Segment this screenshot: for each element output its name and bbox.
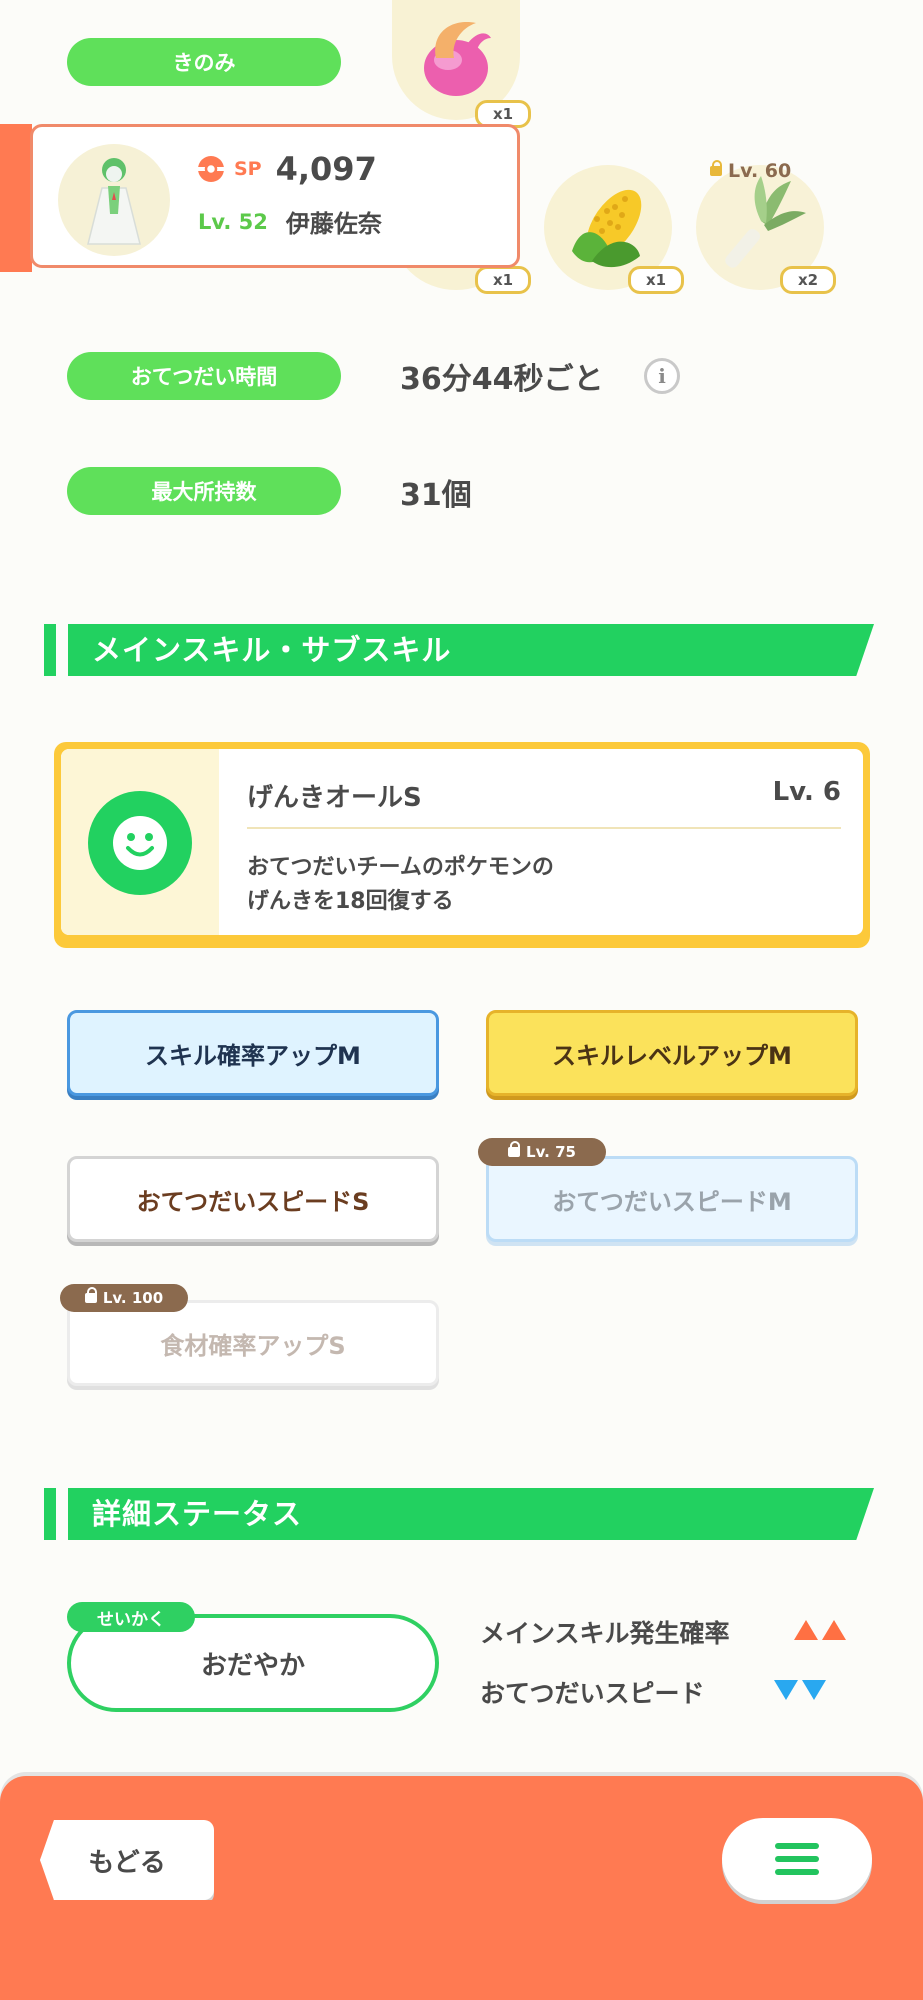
main-skill-inner: げんきオールS Lv. 6 おてつだいチームのポケモンの げんきを18回復する (61, 749, 863, 935)
nature-up-arrows (794, 1620, 846, 1640)
help-time-value: 36分44秒ごと (400, 362, 604, 397)
pokemon-avatar (58, 144, 170, 256)
card-accent-bar (0, 124, 32, 272)
up-arrow-icon (794, 1620, 818, 1640)
sp-row: SP 4,097 (196, 150, 377, 188)
main-skill-name: げんきオールS (247, 783, 422, 813)
sub-skill-1-button[interactable]: スキル確率アップM (67, 1010, 439, 1096)
nature-down-arrows (774, 1680, 826, 1700)
ingredient-3-lock-level: Lv. 60 (728, 160, 792, 182)
corn-icon (572, 189, 642, 268)
details-section-title: 詳細ステータス (92, 1497, 303, 1531)
main-skill-level: Lv. 6 (772, 777, 841, 807)
down-arrow-icon (802, 1680, 826, 1700)
pokemon-level: Lv. 52 (198, 209, 268, 234)
back-button[interactable]: もどる (40, 1820, 214, 1900)
sub-skill-2-button[interactable]: スキルレベルアップM (486, 1010, 858, 1096)
gardevoir-icon (87, 158, 141, 245)
sub-skill-5-button[interactable]: 食材確率アップS (67, 1300, 439, 1386)
details-section-header: 詳細ステータス (44, 1488, 874, 1540)
sp-label: SP (234, 158, 262, 180)
nature-tag: せいかく (67, 1602, 195, 1632)
down-arrow-icon (774, 1680, 798, 1700)
ingredient-3-lock: Lv. 60 (710, 159, 792, 182)
berry-icon (424, 22, 491, 96)
ingredient-3-count: x2 (780, 266, 836, 294)
smile-icon (88, 791, 192, 895)
lock-icon (84, 1286, 97, 1304)
main-skill-desc-2: げんきを18回復する (247, 889, 454, 914)
pokemon-nickname: 伊藤佐奈 (285, 210, 382, 238)
nature-up-label: メインスキル発生確率 (480, 1619, 730, 1648)
sp-value: 4,097 (275, 150, 377, 188)
skills-section-title: メインスキル・サブスキル (92, 633, 452, 667)
back-button-label: もどる (88, 1847, 166, 1878)
sub-skill-5-lock: Lv. 100 (60, 1284, 188, 1312)
info-icon[interactable]: i (644, 358, 680, 394)
menu-button[interactable] (722, 1818, 872, 1900)
pokemon-card[interactable]: SP 4,097 Lv. 52 伊藤佐奈 (0, 124, 524, 272)
leek-icon (725, 176, 806, 268)
sub-skill-4-button[interactable]: おてつだいスピードM (486, 1156, 858, 1242)
pokeball-icon (198, 156, 224, 182)
ingredient-2-count: x1 (628, 266, 684, 294)
skills-section-header: メインスキル・サブスキル (44, 624, 874, 676)
lock-icon (710, 159, 722, 177)
max-carry-label: 最大所持数 (67, 467, 341, 515)
up-arrow-icon (822, 1620, 846, 1640)
berry-label: きのみ (67, 38, 341, 86)
lock-icon (508, 1140, 521, 1158)
max-carry-value: 31個 (400, 478, 472, 513)
main-skill-desc-1: おてつだいチームのポケモンの (247, 855, 554, 880)
sub-skill-4-lock: Lv. 75 (478, 1138, 606, 1166)
sub-skill-3-button[interactable]: おてつだいスピードS (67, 1156, 439, 1242)
hamburger-icon (775, 1843, 819, 1875)
nature-value: おだやか (200, 1650, 305, 1681)
sub-skill-5-lock-level: Lv. 100 (102, 1289, 164, 1307)
sub-skill-4-lock-level: Lv. 75 (526, 1143, 576, 1161)
main-skill-card[interactable]: げんきオールS Lv. 6 おてつだいチームのポケモンの げんきを18回復する (54, 742, 870, 948)
nature-down-label: おてつだいスピード (480, 1679, 705, 1708)
main-skill-divider (247, 827, 841, 829)
help-time-label: おてつだい時間 (67, 352, 341, 400)
level-row: Lv. 52 伊藤佐奈 (198, 204, 382, 239)
